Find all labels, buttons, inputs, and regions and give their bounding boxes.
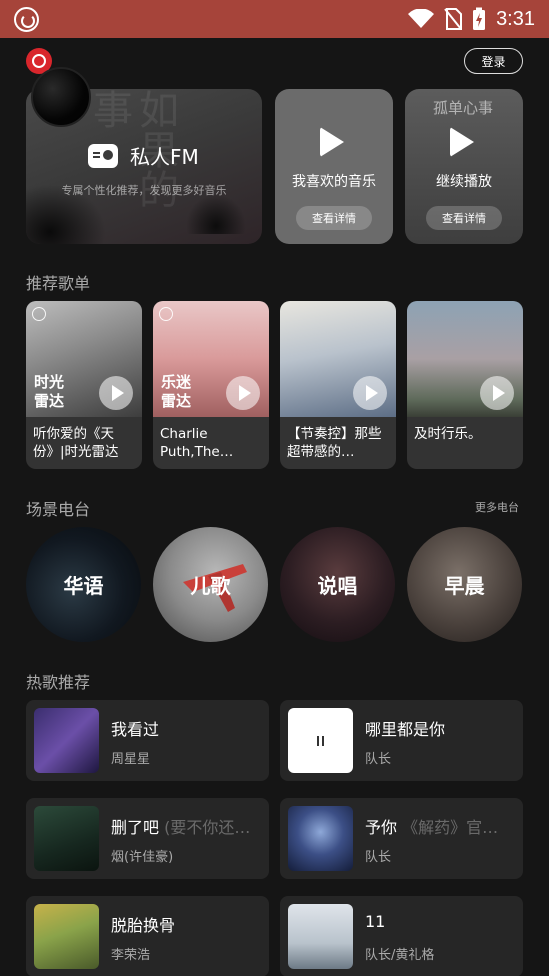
hot-songs-section-title: 热歌推荐 xyxy=(26,673,91,692)
continue-view-details-button[interactable]: 查看详情 xyxy=(426,206,502,230)
song-artist: 队长/黄礼格 xyxy=(365,948,435,963)
play-icon[interactable] xyxy=(480,376,514,410)
continue-card-background-art: 孤单心事 xyxy=(433,99,494,117)
scene-label: 华语 xyxy=(63,574,104,598)
netease-logo-icon xyxy=(159,307,173,321)
continue-playing-label: 继续播放 xyxy=(436,174,492,190)
scene-section-title: 场景电台 xyxy=(26,500,91,519)
play-icon[interactable] xyxy=(226,376,260,410)
song-title: 11 xyxy=(365,912,386,931)
playlist-name: 【节奏控】那些超带感的… xyxy=(287,426,382,460)
status-icons: 3:31 xyxy=(408,6,535,32)
song-artist: 烟(许佳豪) xyxy=(111,850,174,865)
song-title: 予你 《解药》官… xyxy=(365,818,499,837)
song-cover xyxy=(288,708,353,773)
song-title: 删了吧 (要不你还… xyxy=(111,818,251,837)
song-cover xyxy=(34,806,99,871)
playlist-name: 听你爱的《天份》|时光雷达 xyxy=(33,426,119,460)
song-artist: 周星星 xyxy=(111,752,151,767)
fm-card-decoration-2 xyxy=(186,194,246,234)
song-artist: 队长 xyxy=(365,752,392,767)
song-title: 脱胎换骨 xyxy=(111,916,176,935)
song-cover xyxy=(34,708,99,773)
fm-subtitle: 专属个性化推荐，发现更多好音乐 xyxy=(61,184,227,197)
playlist-tag: 乐迷雷达 xyxy=(161,373,192,410)
playlist-name: 及时行乐。 xyxy=(414,426,482,442)
song-item[interactable]: 我看过 周星星 xyxy=(26,700,269,781)
scene-radio-item[interactable]: 早晨 xyxy=(407,527,522,642)
radio-icon xyxy=(88,143,118,168)
play-icon[interactable] xyxy=(99,376,133,410)
scene-radio-item[interactable]: 儿歌 xyxy=(153,527,268,642)
status-bar: 3:31 xyxy=(0,0,549,38)
more-radios-link[interactable]: 更多电台 xyxy=(475,499,519,515)
wifi-icon xyxy=(408,9,435,28)
play-icon xyxy=(320,127,344,157)
song-item[interactable]: 脱胎换骨 李荣浩 xyxy=(26,896,269,976)
netease-logo-icon xyxy=(32,307,46,321)
favorite-music-label: 我喜欢的音乐 xyxy=(292,174,376,190)
playlist-card[interactable]: 及时行乐。 xyxy=(407,301,523,469)
scene-label: 说唱 xyxy=(317,574,358,598)
continue-playing-card[interactable]: 孤单心事 继续播放 查看详情 xyxy=(405,89,523,244)
playlist-card[interactable]: 【节奏控】那些超带感的… xyxy=(280,301,396,469)
fm-title-row: 私人FM xyxy=(88,141,199,170)
playlists-section-title: 推荐歌单 xyxy=(26,274,91,293)
song-cover xyxy=(288,806,353,871)
pause-icon xyxy=(317,735,324,746)
battery-charging-icon xyxy=(473,7,486,30)
scene-radio-item[interactable]: 华语 xyxy=(26,527,141,642)
song-item[interactable]: 11 队长/黄礼格 xyxy=(280,896,523,976)
scene-label: 早晨 xyxy=(444,574,485,598)
song-artist: 队长 xyxy=(365,850,392,865)
play-icon[interactable] xyxy=(353,376,387,410)
playlist-card[interactable]: 乐迷雷达 Charlie Puth,The… xyxy=(153,301,269,469)
favorite-view-details-button[interactable]: 查看详情 xyxy=(296,206,372,230)
playlist-card[interactable]: 时光雷达 听你爱的《天份》|时光雷达 xyxy=(26,301,142,469)
login-button[interactable]: 登录 xyxy=(464,48,523,74)
play-icon xyxy=(450,127,474,157)
netease-music-notification-icon xyxy=(14,7,39,32)
song-item[interactable]: 予你 《解药》官… 队长 xyxy=(280,798,523,879)
playlist-name: Charlie Puth,The… xyxy=(160,426,234,460)
no-sim-icon xyxy=(444,8,463,30)
clock: 3:31 xyxy=(496,7,535,30)
avatar[interactable] xyxy=(31,67,91,127)
song-cover xyxy=(34,904,99,969)
scene-label: 儿歌 xyxy=(190,574,231,598)
song-title: 哪里都是你 xyxy=(365,720,446,739)
song-cover xyxy=(288,904,353,969)
favorite-music-card[interactable]: 我喜欢的音乐 查看详情 xyxy=(275,89,393,244)
fm-title: 私人FM xyxy=(130,145,199,169)
song-item[interactable]: 删了吧 (要不你还… 烟(许佳豪) xyxy=(26,798,269,879)
song-item[interactable]: 哪里都是你 队长 xyxy=(280,700,523,781)
scene-radio-item[interactable]: 说唱 xyxy=(280,527,395,642)
song-artist: 李荣浩 xyxy=(111,948,151,963)
playlist-tag: 时光雷达 xyxy=(34,373,65,410)
song-title: 我看过 xyxy=(111,720,160,739)
